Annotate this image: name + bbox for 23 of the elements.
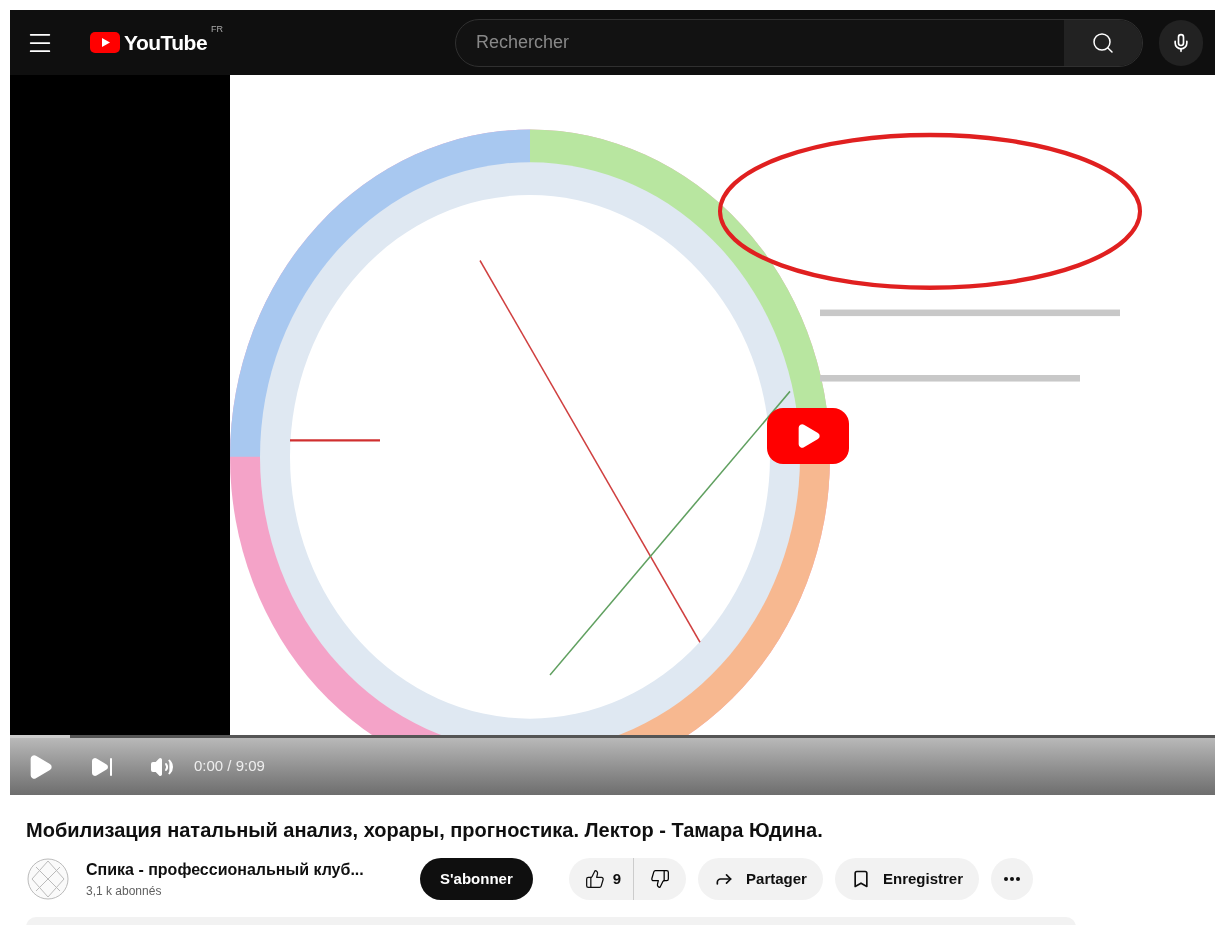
time-display: 0:00 / 9:09 — [194, 756, 265, 777]
search-button[interactable] — [1064, 19, 1143, 66]
video-title: Мобилизация натальный анализ, хорары, прогностика. Лектор - Тамара Юдина. — [26, 818, 824, 843]
channel-name[interactable]: Спика - профессиональный клуб... — [86, 858, 416, 882]
region-code: FR — [211, 22, 224, 36]
microphone-icon — [1171, 32, 1191, 53]
thumbs-up-icon — [584, 869, 605, 889]
action-button[interactable]: Enregistrer — [834, 858, 979, 900]
more-button[interactable] — [991, 858, 1033, 900]
mic-button[interactable] — [1159, 19, 1203, 66]
search-bar[interactable]: Rechercher — [455, 18, 1144, 67]
like-button[interactable]: 9 — [568, 858, 635, 900]
subscribe-button[interactable]: S'abonner — [420, 858, 533, 900]
logo-text[interactable]: YouTube — [124, 26, 208, 59]
search-icon — [1091, 30, 1116, 55]
search-field[interactable]: Rechercher — [456, 29, 1065, 56]
subscriber-count: 3,1 k abonnés — [86, 883, 163, 900]
logo-icon — [90, 32, 120, 53]
action-button[interactable]: Partager — [698, 858, 823, 900]
more-icon — [1004, 877, 1020, 881]
thumbs-down-icon — [650, 869, 671, 889]
play-overlay-button[interactable] — [767, 408, 849, 464]
progress-track[interactable] — [10, 735, 1215, 738]
